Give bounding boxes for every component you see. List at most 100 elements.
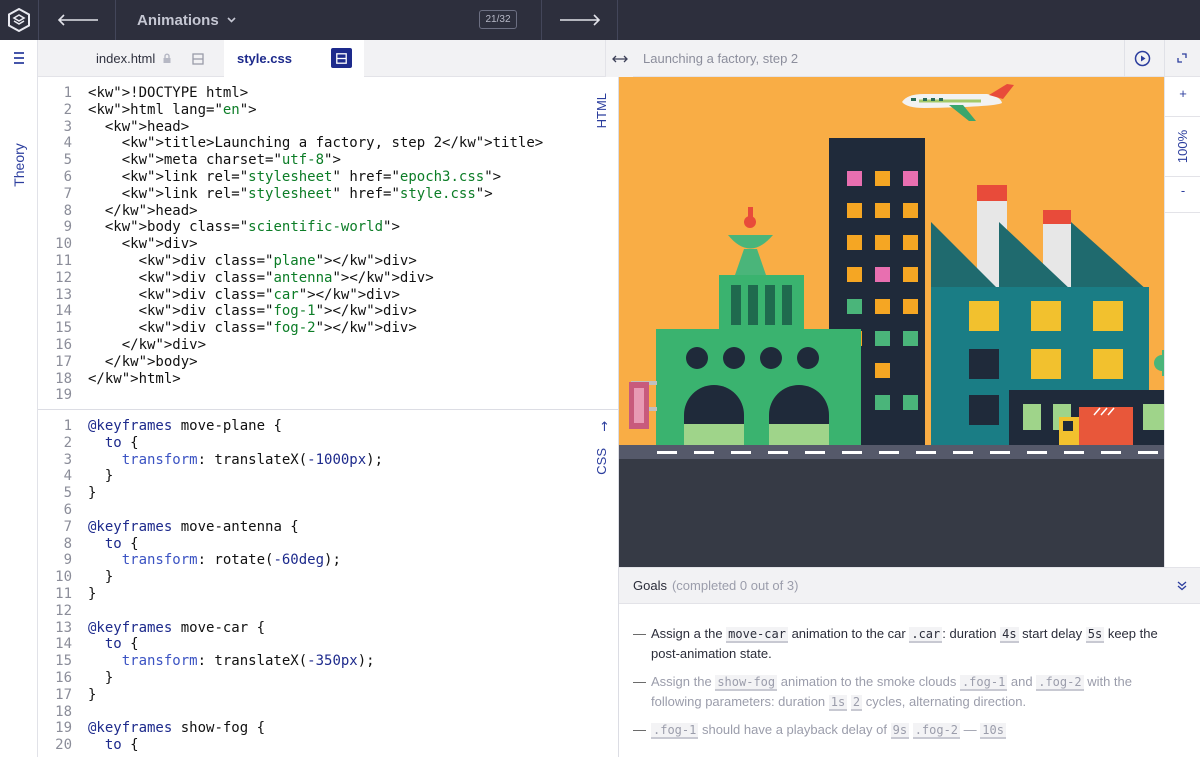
code-line[interactable]: 4 }	[38, 468, 598, 485]
code-line[interactable]: 9 transform: rotate(-60deg);	[38, 552, 598, 569]
zoom-out-button[interactable]: -	[1165, 183, 1200, 198]
code-line[interactable]: 15 transform: translateX(-350px);	[38, 653, 598, 670]
code-text: }	[88, 586, 97, 602]
code-text: <kw">head>	[88, 118, 190, 135]
goals-status: (completed 0 out of 3)	[671, 578, 799, 593]
logo-icon[interactable]	[0, 0, 38, 40]
course-selector[interactable]: Animations	[137, 0, 236, 40]
double-chevron-down-icon[interactable]	[1177, 581, 1187, 591]
goal-text-part: Assign the	[651, 674, 716, 689]
arrow-up-icon[interactable]: ↑	[599, 420, 610, 435]
line-number: 2	[63, 434, 72, 451]
code-line[interactable]: 7 @keyframes move-antenna {	[38, 519, 598, 536]
code-line[interactable]: 3 <kw">head>	[38, 119, 598, 136]
goals-title: Goals	[633, 578, 667, 593]
arrow-left-icon[interactable]	[40, 0, 115, 40]
code-line[interactable]: 18 </kw">html>	[38, 371, 598, 388]
road-marking	[953, 451, 973, 454]
code-line[interactable]: 11 <kw">div class="plane"></kw">div>	[38, 253, 598, 270]
building-window	[875, 203, 890, 218]
line-number: 10	[55, 569, 72, 586]
code-line[interactable]: 12	[38, 603, 598, 620]
zoom-rail: + 100% -	[1164, 77, 1200, 567]
code-token: 10s	[980, 723, 1006, 739]
code-text: <kw">html lang="en">	[88, 101, 257, 118]
code-line[interactable]: 17}	[38, 687, 598, 704]
code-line[interactable]: 19 @keyframes show-fog {	[38, 720, 598, 737]
code-line[interactable]: 1 @keyframes move-plane {	[38, 418, 598, 435]
code-text: }	[88, 569, 114, 586]
line-number: 7	[63, 185, 72, 202]
play-circle-icon[interactable]	[1134, 50, 1152, 68]
code-line[interactable]: 18	[38, 704, 598, 721]
road-marking	[879, 451, 899, 454]
goal-text-part: should have a playback delay of	[698, 722, 891, 737]
tab-style-css[interactable]: style.css	[224, 40, 364, 77]
code-text: <kw">body class="scientific-world">	[88, 219, 400, 236]
code-line[interactable]: 2 to {	[38, 435, 598, 452]
line-number: 8	[63, 202, 72, 219]
code-token: .fog-2	[1036, 675, 1084, 691]
code-line[interactable]: 19	[38, 387, 598, 404]
building-window	[875, 299, 890, 314]
building-window	[903, 363, 918, 378]
line-number: 5	[63, 485, 72, 502]
theory-tab[interactable]: Theory	[4, 135, 34, 195]
building-window	[903, 235, 918, 250]
code-line[interactable]: 8 </kw">head>	[38, 203, 598, 220]
goal-dash: —	[633, 722, 646, 737]
code-line[interactable]: 16 </kw">div>	[38, 337, 598, 354]
horizontal-arrows-icon[interactable]	[605, 40, 633, 77]
arrow-right-icon[interactable]	[542, 0, 617, 40]
line-number: 17	[55, 686, 72, 703]
code-line[interactable]: 20 to {	[38, 737, 598, 754]
code-line[interactable]: 5}	[38, 485, 598, 502]
code-line[interactable]: 12 <kw">div class="antenna"></kw">div>	[38, 270, 598, 287]
code-line[interactable]: 9 <kw">body class="scientific-world">	[38, 219, 598, 236]
code-line[interactable]: 1 <kw">!DOCTYPE html>	[38, 85, 598, 102]
code-text: <kw">div class="car"></kw">div>	[88, 286, 400, 303]
code-line[interactable]: 10 <kw">div>	[38, 236, 598, 253]
tab-index-html[interactable]: index.html	[38, 40, 224, 77]
zoom-level: 100%	[1175, 129, 1191, 163]
building-window	[875, 395, 890, 410]
code-line[interactable]: 2 <kw">html lang="en">	[38, 102, 598, 119]
code-line[interactable]: 13 <kw">div class="car"></kw">div>	[38, 287, 598, 304]
line-number: 1	[63, 85, 72, 101]
road-marking	[990, 451, 1010, 454]
panel-toggle-icon[interactable]	[331, 48, 352, 68]
building-window	[903, 299, 918, 314]
html-pane[interactable]: HTML 1 <kw">!DOCTYPE html> 2 <kw">html lang…	[38, 77, 618, 409]
code-line[interactable]: 10 }	[38, 569, 598, 586]
theory-label: Theory	[11, 143, 28, 187]
hamburger-menu-icon[interactable]	[11, 51, 27, 65]
line-number: 9	[63, 219, 72, 236]
code-line[interactable]: 15 <kw">div class="fog-2"></kw">div>	[38, 320, 598, 337]
code-line[interactable]: 16 }	[38, 670, 598, 687]
code-line[interactable]: 6 <kw">link rel="stylesheet" href="epoch…	[38, 169, 598, 186]
building-window	[903, 331, 918, 346]
code-text: @keyframes show-fog {	[88, 720, 266, 737]
code-line[interactable]: 3 transform: translateX(-1000px);	[38, 452, 598, 469]
code-line[interactable]: 14 <kw">div class="fog-1"></kw">div>	[38, 303, 598, 320]
panel-toggle-icon[interactable]	[192, 52, 204, 65]
expand-icon[interactable]	[1176, 51, 1190, 65]
code-line[interactable]: 14 to {	[38, 636, 598, 653]
building-window	[847, 171, 862, 186]
css-pane[interactable]: ↑ CSS 1 @keyframes move-plane {2 to {3 tr…	[38, 410, 618, 757]
code-line[interactable]: 13 @keyframes move-car {	[38, 620, 598, 637]
zoom-in-button[interactable]: +	[1165, 86, 1200, 101]
code-line[interactable]: 5 <kw">meta charset="utf-8">	[38, 152, 598, 169]
code-text: transform: translateX(-1000px);	[121, 451, 384, 468]
code-line[interactable]: 7 <kw">link rel="stylesheet" href="style…	[38, 186, 598, 203]
code-line[interactable]: 17 </kw">body>	[38, 354, 598, 371]
road-marking	[805, 451, 825, 454]
code-text: <kw">div class="fog-1"></kw">div>	[88, 303, 417, 320]
code-line[interactable]: 4 <kw">title>Launching a factory, step 2…	[38, 135, 598, 152]
code-line[interactable]: 6	[38, 502, 598, 519]
line-number: 6	[63, 502, 72, 518]
code-line[interactable]: 8 to {	[38, 536, 598, 553]
line-number: 4	[63, 468, 72, 485]
code-line[interactable]: 11}	[38, 586, 598, 603]
goals-header[interactable]: Goals (completed 0 out of 3)	[619, 567, 1200, 604]
